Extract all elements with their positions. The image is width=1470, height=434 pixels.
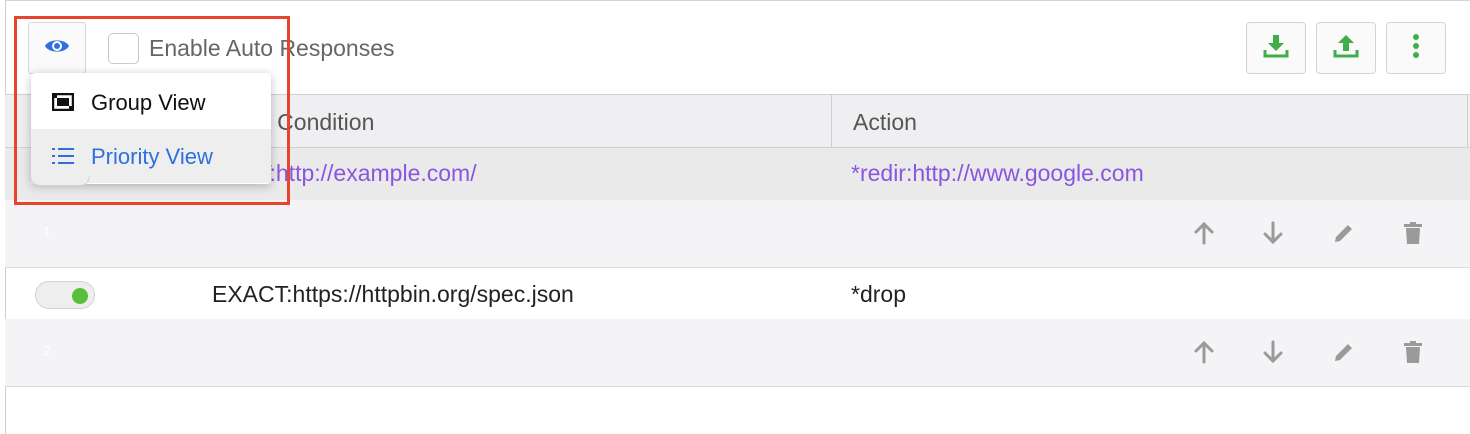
edit-icon[interactable] — [1330, 219, 1358, 247]
table-row[interactable]: EXACT:https://httpbin.org/spec.json *dro… — [5, 268, 1470, 320]
more-vertical-icon — [1412, 33, 1420, 64]
delete-icon[interactable] — [1399, 219, 1427, 247]
column-divider — [831, 95, 832, 147]
view-mode-button[interactable] — [28, 22, 86, 74]
edit-icon[interactable] — [1330, 338, 1358, 366]
menu-item-priority-view[interactable]: Priority View — [31, 129, 271, 183]
more-options-button[interactable] — [1386, 22, 1446, 74]
row-actions-bar: 2 — [5, 319, 1470, 387]
row-actions-bar: 1 — [5, 200, 1470, 268]
condition-value: EXACT:https://httpbin.org/spec.json — [212, 281, 574, 307]
export-button[interactable] — [1316, 22, 1376, 74]
menu-item-group-view[interactable]: Group View — [31, 75, 271, 129]
download-icon — [1263, 33, 1289, 64]
action-value: *drop — [851, 281, 906, 307]
arrow-up-icon[interactable] — [1190, 219, 1218, 247]
menu-item-label: Priority View — [91, 144, 213, 169]
row-number: 1 — [43, 224, 51, 239]
import-button[interactable] — [1246, 22, 1306, 74]
toggle-knob — [72, 288, 88, 304]
enable-auto-responses-label: Enable Auto Responses — [149, 35, 395, 61]
eye-icon — [44, 37, 70, 60]
menu-item-label: Group View — [91, 90, 206, 115]
column-header-condition: n Condition — [258, 109, 375, 135]
arrow-down-icon[interactable] — [1259, 219, 1287, 247]
column-divider — [1467, 95, 1468, 147]
action-value: *redir:http://www.google.com — [851, 160, 1144, 186]
priority-list-icon — [51, 144, 75, 168]
upload-icon — [1333, 33, 1359, 64]
enable-toggle[interactable] — [30, 176, 90, 186]
arrow-up-icon[interactable] — [1190, 338, 1218, 366]
condition-value: T:http://example.com/ — [258, 160, 477, 186]
group-view-icon — [51, 90, 75, 114]
view-mode-menu: Group View Priority View — [31, 73, 271, 184]
delete-icon[interactable] — [1399, 338, 1427, 366]
enable-auto-responses-checkbox[interactable] — [108, 33, 139, 64]
enable-toggle[interactable] — [35, 281, 95, 309]
row-number: 2 — [43, 343, 51, 358]
arrow-down-icon[interactable] — [1259, 338, 1287, 366]
column-header-action: Action — [853, 109, 917, 135]
